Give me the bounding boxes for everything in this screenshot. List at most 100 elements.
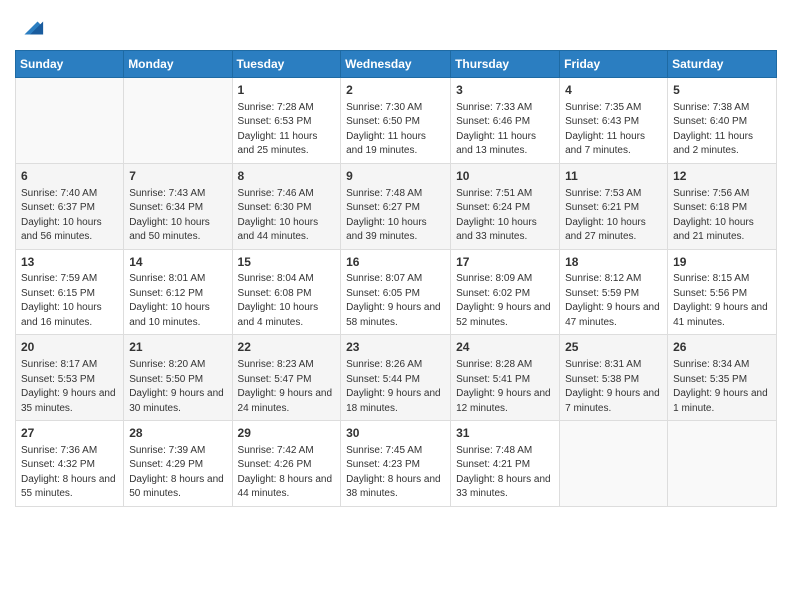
calendar-week-row: 27Sunrise: 7:36 AM Sunset: 4:32 PM Dayli… bbox=[16, 421, 777, 507]
day-number: 1 bbox=[238, 82, 336, 99]
calendar-cell: 31Sunrise: 7:48 AM Sunset: 4:21 PM Dayli… bbox=[451, 421, 560, 507]
calendar-cell bbox=[560, 421, 668, 507]
calendar-cell: 14Sunrise: 8:01 AM Sunset: 6:12 PM Dayli… bbox=[124, 249, 232, 335]
day-number: 6 bbox=[21, 168, 118, 185]
day-number: 12 bbox=[673, 168, 771, 185]
calendar-cell: 15Sunrise: 8:04 AM Sunset: 6:08 PM Dayli… bbox=[232, 249, 341, 335]
day-number: 17 bbox=[456, 254, 554, 271]
calendar-cell: 17Sunrise: 8:09 AM Sunset: 6:02 PM Dayli… bbox=[451, 249, 560, 335]
day-number: 20 bbox=[21, 339, 118, 356]
day-number: 13 bbox=[21, 254, 118, 271]
calendar-week-row: 1 Sunrise: 7:28 AM Sunset: 6:53 PM Daylig… bbox=[16, 78, 777, 164]
calendar-cell: 9 Sunrise: 7:48 AM Sunset: 6:27 PM Daylig… bbox=[341, 163, 451, 249]
day-info: Sunrise: 7:35 AM Sunset: 6:43 PM Dayligh… bbox=[565, 101, 662, 159]
day-info: Sunrise: 7:56 AM Sunset: 6:18 PM Dayligh… bbox=[673, 187, 771, 245]
calendar-cell: 11 Sunrise: 7:53 AM Sunset: 6:21 PM Dayli… bbox=[560, 163, 668, 249]
day-number: 9 bbox=[346, 168, 445, 185]
calendar-table: SundayMondayTuesdayWednesdayThursdayFrid… bbox=[15, 50, 777, 507]
calendar-cell: 24 Sunrise: 8:28 AM Sunset: 5:41 PM Dayli… bbox=[451, 335, 560, 421]
day-number: 23 bbox=[346, 339, 445, 356]
page: SundayMondayTuesdayWednesdayThursdayFrid… bbox=[0, 0, 792, 522]
calendar-cell: 3Sunrise: 7:33 AM Sunset: 6:46 PM Daylig… bbox=[451, 78, 560, 164]
day-number: 10 bbox=[456, 168, 554, 185]
calendar-cell: 10 Sunrise: 7:51 AM Sunset: 6:24 PM Dayli… bbox=[451, 163, 560, 249]
calendar-cell: 6 Sunrise: 7:40 AM Sunset: 6:37 PM Daylig… bbox=[16, 163, 124, 249]
day-info: Sunrise: 8:17 AM Sunset: 5:53 PM Dayligh… bbox=[21, 358, 118, 416]
day-info: Sunrise: 8:15 AM Sunset: 5:56 PM Dayligh… bbox=[673, 272, 771, 330]
day-of-week-header: Sunday bbox=[16, 51, 124, 78]
day-info: Sunrise: 7:46 AM Sunset: 6:30 PM Dayligh… bbox=[238, 187, 336, 245]
calendar-cell: 12 Sunrise: 7:56 AM Sunset: 6:18 PM Dayli… bbox=[668, 163, 777, 249]
calendar-week-row: 6 Sunrise: 7:40 AM Sunset: 6:37 PM Daylig… bbox=[16, 163, 777, 249]
day-number: 8 bbox=[238, 168, 336, 185]
day-number: 16 bbox=[346, 254, 445, 271]
calendar-cell: 27Sunrise: 7:36 AM Sunset: 4:32 PM Dayli… bbox=[16, 421, 124, 507]
day-number: 21 bbox=[129, 339, 226, 356]
logo bbox=[15, 14, 45, 42]
day-info: Sunrise: 7:48 AM Sunset: 6:27 PM Dayligh… bbox=[346, 187, 445, 245]
day-info: Sunrise: 7:59 AM Sunset: 6:15 PM Dayligh… bbox=[21, 272, 118, 330]
calendar-header-row: SundayMondayTuesdayWednesdayThursdayFrid… bbox=[16, 51, 777, 78]
calendar-cell: 20 Sunrise: 8:17 AM Sunset: 5:53 PM Dayli… bbox=[16, 335, 124, 421]
day-of-week-header: Thursday bbox=[451, 51, 560, 78]
day-number: 11 bbox=[565, 168, 662, 185]
day-info: Sunrise: 7:39 AM Sunset: 4:29 PM Dayligh… bbox=[129, 444, 226, 502]
day-number: 3 bbox=[456, 82, 554, 99]
day-info: Sunrise: 7:28 AM Sunset: 6:53 PM Dayligh… bbox=[238, 101, 336, 159]
calendar-week-row: 20 Sunrise: 8:17 AM Sunset: 5:53 PM Dayli… bbox=[16, 335, 777, 421]
header bbox=[15, 10, 777, 42]
day-number: 25 bbox=[565, 339, 662, 356]
calendar-cell bbox=[16, 78, 124, 164]
calendar-cell: 19Sunrise: 8:15 AM Sunset: 5:56 PM Dayli… bbox=[668, 249, 777, 335]
day-number: 2 bbox=[346, 82, 445, 99]
calendar-cell: 8 Sunrise: 7:46 AM Sunset: 6:30 PM Daylig… bbox=[232, 163, 341, 249]
day-info: Sunrise: 8:07 AM Sunset: 6:05 PM Dayligh… bbox=[346, 272, 445, 330]
day-number: 5 bbox=[673, 82, 771, 99]
day-number: 22 bbox=[238, 339, 336, 356]
day-info: Sunrise: 8:34 AM Sunset: 5:35 PM Dayligh… bbox=[673, 358, 771, 416]
day-info: Sunrise: 8:28 AM Sunset: 5:41 PM Dayligh… bbox=[456, 358, 554, 416]
day-number: 31 bbox=[456, 425, 554, 442]
calendar-cell: 5 Sunrise: 7:38 AM Sunset: 6:40 PM Daylig… bbox=[668, 78, 777, 164]
calendar-cell: 22 Sunrise: 8:23 AM Sunset: 5:47 PM Dayli… bbox=[232, 335, 341, 421]
calendar-cell: 30Sunrise: 7:45 AM Sunset: 4:23 PM Dayli… bbox=[341, 421, 451, 507]
day-info: Sunrise: 8:26 AM Sunset: 5:44 PM Dayligh… bbox=[346, 358, 445, 416]
day-info: Sunrise: 7:38 AM Sunset: 6:40 PM Dayligh… bbox=[673, 101, 771, 159]
calendar-cell: 26Sunrise: 8:34 AM Sunset: 5:35 PM Dayli… bbox=[668, 335, 777, 421]
day-info: Sunrise: 7:45 AM Sunset: 4:23 PM Dayligh… bbox=[346, 444, 445, 502]
calendar-cell: 1 Sunrise: 7:28 AM Sunset: 6:53 PM Daylig… bbox=[232, 78, 341, 164]
day-info: Sunrise: 8:09 AM Sunset: 6:02 PM Dayligh… bbox=[456, 272, 554, 330]
calendar-cell: 7Sunrise: 7:43 AM Sunset: 6:34 PM Daylig… bbox=[124, 163, 232, 249]
calendar-cell bbox=[124, 78, 232, 164]
day-number: 14 bbox=[129, 254, 226, 271]
calendar-cell: 13Sunrise: 7:59 AM Sunset: 6:15 PM Dayli… bbox=[16, 249, 124, 335]
day-number: 15 bbox=[238, 254, 336, 271]
day-of-week-header: Wednesday bbox=[341, 51, 451, 78]
day-info: Sunrise: 7:53 AM Sunset: 6:21 PM Dayligh… bbox=[565, 187, 662, 245]
calendar-cell: 21 Sunrise: 8:20 AM Sunset: 5:50 PM Dayli… bbox=[124, 335, 232, 421]
day-of-week-header: Tuesday bbox=[232, 51, 341, 78]
day-number: 18 bbox=[565, 254, 662, 271]
day-info: Sunrise: 7:51 AM Sunset: 6:24 PM Dayligh… bbox=[456, 187, 554, 245]
day-info: Sunrise: 8:20 AM Sunset: 5:50 PM Dayligh… bbox=[129, 358, 226, 416]
day-number: 19 bbox=[673, 254, 771, 271]
day-info: Sunrise: 8:23 AM Sunset: 5:47 PM Dayligh… bbox=[238, 358, 336, 416]
day-number: 28 bbox=[129, 425, 226, 442]
calendar-cell: 29Sunrise: 7:42 AM Sunset: 4:26 PM Dayli… bbox=[232, 421, 341, 507]
day-info: Sunrise: 8:01 AM Sunset: 6:12 PM Dayligh… bbox=[129, 272, 226, 330]
calendar-week-row: 13Sunrise: 7:59 AM Sunset: 6:15 PM Dayli… bbox=[16, 249, 777, 335]
day-info: Sunrise: 8:12 AM Sunset: 5:59 PM Dayligh… bbox=[565, 272, 662, 330]
calendar-cell: 18Sunrise: 8:12 AM Sunset: 5:59 PM Dayli… bbox=[560, 249, 668, 335]
day-of-week-header: Saturday bbox=[668, 51, 777, 78]
day-of-week-header: Monday bbox=[124, 51, 232, 78]
logo-icon bbox=[17, 14, 45, 42]
day-number: 7 bbox=[129, 168, 226, 185]
day-info: Sunrise: 7:40 AM Sunset: 6:37 PM Dayligh… bbox=[21, 187, 118, 245]
day-number: 4 bbox=[565, 82, 662, 99]
calendar-cell: 4 Sunrise: 7:35 AM Sunset: 6:43 PM Daylig… bbox=[560, 78, 668, 164]
day-number: 27 bbox=[21, 425, 118, 442]
day-info: Sunrise: 7:42 AM Sunset: 4:26 PM Dayligh… bbox=[238, 444, 336, 502]
calendar-cell: 23 Sunrise: 8:26 AM Sunset: 5:44 PM Dayli… bbox=[341, 335, 451, 421]
day-of-week-header: Friday bbox=[560, 51, 668, 78]
day-number: 24 bbox=[456, 339, 554, 356]
